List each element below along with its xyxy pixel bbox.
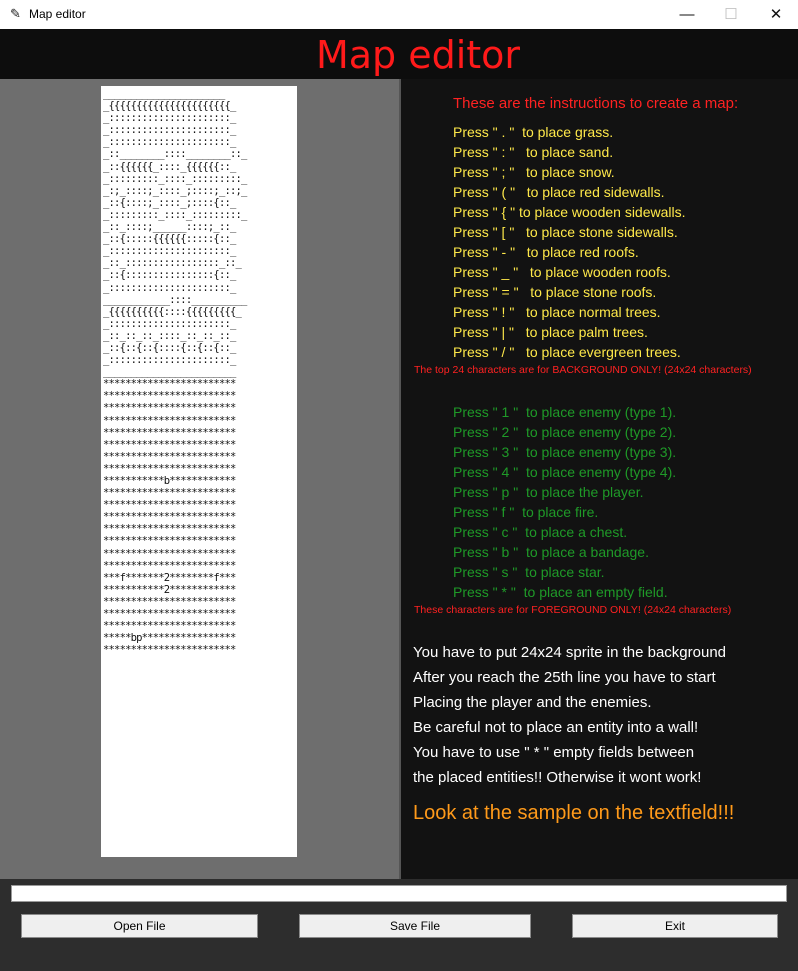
header: Map editor (0, 29, 798, 79)
info-line: Placing the player and the enemies. (413, 694, 652, 711)
info-line: You have to use " * " empty fields betwe… (413, 744, 695, 761)
foreground-note: These characters are for FOREGROUND ONLY… (414, 604, 732, 616)
instruction-red-sidewalls: Press " ( " to place red sidewalls. (453, 184, 665, 200)
instruction-stone-roofs: Press " = " to place stone roofs. (453, 284, 657, 300)
instruction-enemy-3: Press " 3 " to place enemy (type 3). (453, 444, 677, 460)
instruction-sand: Press " : " to place sand. (453, 144, 614, 160)
left-panel: ______________________ _{{{{{{{{{{{{{{{{… (0, 79, 399, 879)
instruction-red-roofs: Press " - " to place red roofs. (453, 244, 639, 260)
instruction-enemy-2: Press " 2 " to place enemy (type 2). (453, 424, 677, 440)
feather-icon: ✎ (10, 6, 21, 21)
map-textfield[interactable]: ______________________ _{{{{{{{{{{{{{{{{… (101, 86, 297, 857)
window-title: Map editor (29, 7, 86, 21)
instruction-bandage: Press " b " to place a bandage. (453, 544, 649, 560)
maximize-button[interactable]: ☐ (708, 0, 754, 29)
instruction-evergreen-trees: Press " / " to place evergreen trees. (453, 344, 681, 360)
instruction-wooden-sidewalls: Press " { " to place wooden sidewalls. (453, 204, 686, 220)
page-title: Map editor (315, 33, 521, 77)
close-button[interactable]: ✕ (753, 0, 798, 29)
open-file-button[interactable]: Open File (21, 914, 258, 938)
info-line: Be careful not to place an entity into a… (413, 719, 699, 736)
minimize-button[interactable]: — (664, 0, 710, 29)
instruction-stone-sidewalls: Press " [ " to place stone sidewalls. (453, 224, 678, 240)
instructions-panel: These are the instructions to create a m… (401, 79, 798, 879)
title-bar: ✎ Map editor — ☐ ✕ (0, 0, 798, 29)
instruction-enemy-4: Press " 4 " to place enemy (type 4). (453, 464, 677, 480)
map-text-content[interactable]: ______________________ _{{{{{{{{{{{{{{{{… (101, 86, 297, 656)
instructions-heading: These are the instructions to create a m… (453, 95, 739, 112)
instruction-palm-trees: Press " | " to place palm trees. (453, 324, 648, 340)
info-line: After you reach the 25th line you have t… (413, 669, 716, 686)
instruction-fire: Press " f " to place fire. (453, 504, 599, 520)
instruction-enemy-1: Press " 1 " to place enemy (type 1). (453, 404, 677, 420)
background-note: The top 24 characters are for BACKGROUND… (414, 364, 752, 376)
info-line: the placed entities!! Otherwise it wont … (413, 769, 702, 786)
instruction-empty-field: Press " * " to place an empty field. (453, 584, 668, 600)
sample-hint: Look at the sample on the textfield!!! (413, 802, 735, 824)
info-line: You have to put 24x24 sprite in the back… (413, 644, 727, 661)
instruction-grass: Press " . " to place grass. (453, 124, 614, 140)
instruction-wooden-roofs: Press " _ " to place wooden roofs. (453, 264, 671, 280)
instruction-normal-trees: Press " ! " to place normal trees. (453, 304, 661, 320)
instruction-snow: Press " ; " to place snow. (453, 164, 615, 180)
save-file-button[interactable]: Save File (299, 914, 531, 938)
exit-button[interactable]: Exit (572, 914, 778, 938)
instruction-star: Press " s " to place star. (453, 564, 605, 580)
instruction-player: Press " p " to place the player. (453, 484, 644, 500)
filename-input[interactable] (11, 885, 787, 902)
bottom-bar: Open File Save File Exit (0, 879, 798, 971)
instruction-chest: Press " c " to place a chest. (453, 524, 628, 540)
